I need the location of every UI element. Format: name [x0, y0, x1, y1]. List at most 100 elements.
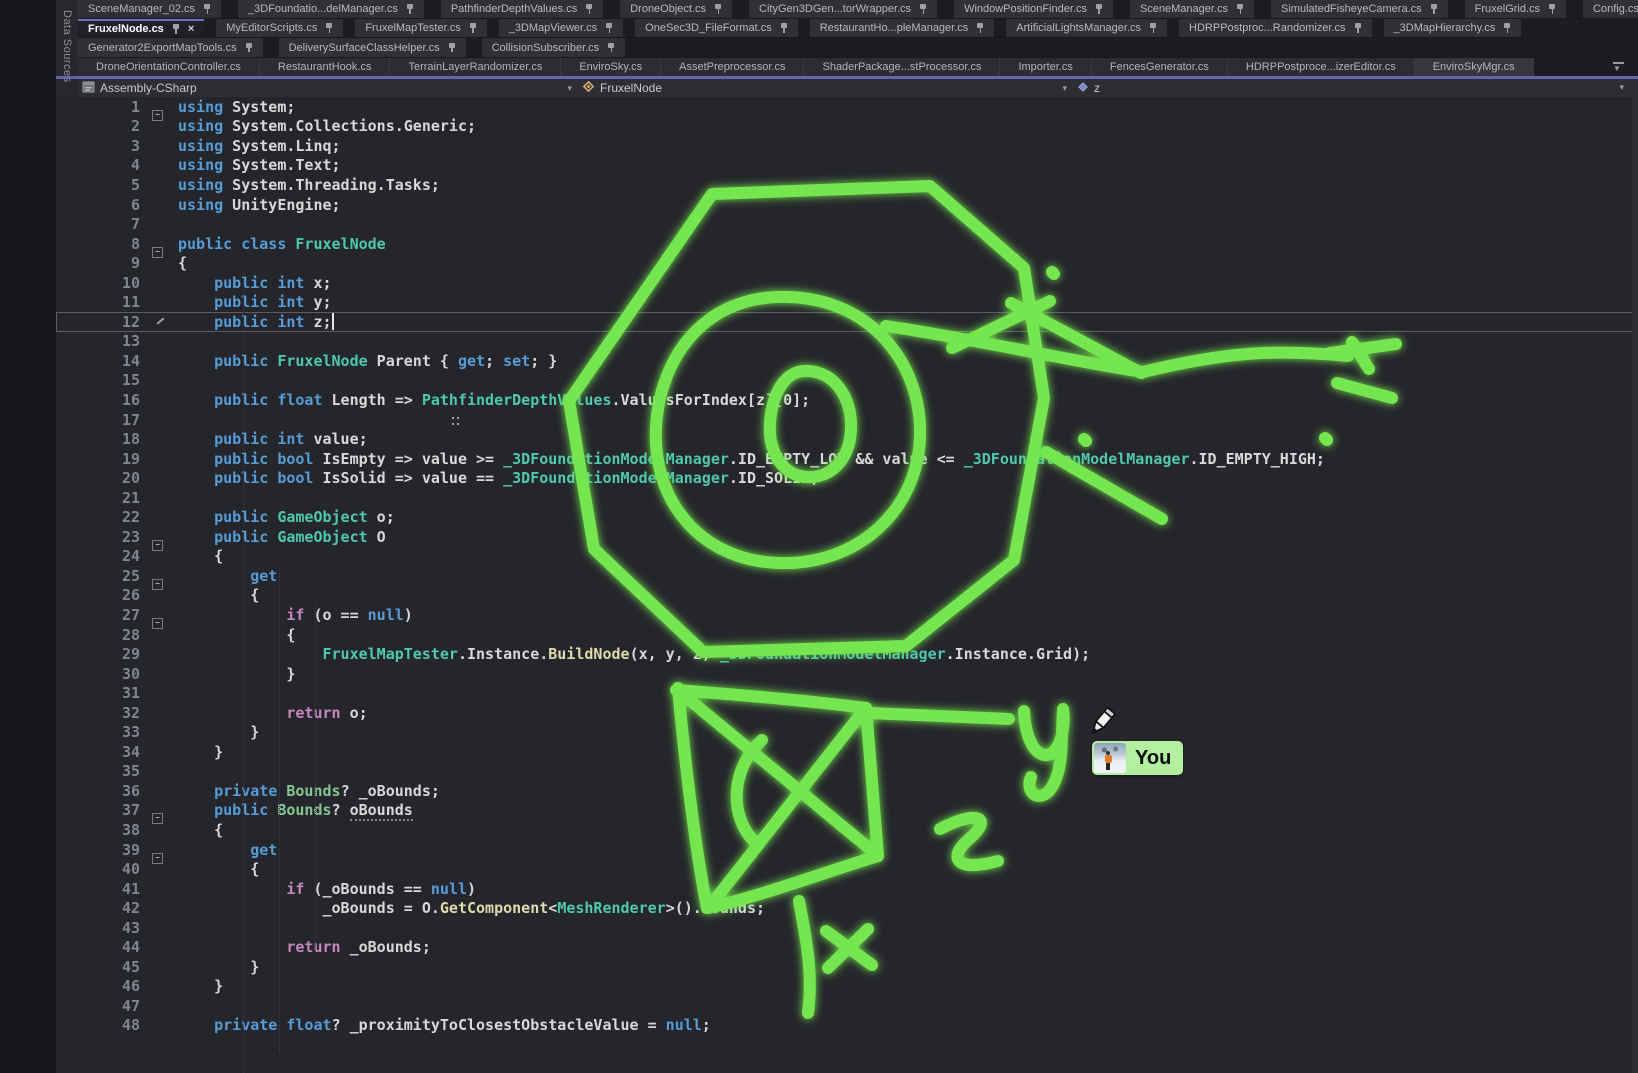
tab-collisionsubscriber-cs[interactable]: CollisionSubscriber.cs: [482, 38, 626, 57]
tab-hdrppostproce-izereditor-cs[interactable]: HDRPPostproce...izerEditor.cs: [1228, 58, 1415, 76]
tab-simulatedfisheyecamera-cs[interactable]: SimulatedFisheyeCamera.cs: [1271, 0, 1448, 18]
pin-icon[interactable]: [1503, 23, 1511, 33]
code-line-30: 30 }: [56, 664, 1638, 684]
chevron-down-icon[interactable]: ▾: [1062, 83, 1067, 94]
line-number: 2: [56, 117, 152, 135]
tab-restauranthook-cs[interactable]: RestaurantHook.cs: [260, 58, 391, 76]
code-text: public bool IsEmpty => value >= _3DFound…: [166, 450, 1325, 468]
code-text: public float Length => PathfinderDepthVa…: [166, 391, 810, 409]
code-line-5: 5using System.Threading.Tasks;: [56, 175, 1638, 195]
tab-label: ShaderPackage...stProcessor.cs: [822, 61, 981, 73]
line-number: 7: [56, 215, 152, 233]
class-icon: [582, 80, 595, 96]
code-text: }: [166, 743, 223, 761]
tab-pathfinderdepthvalues-cs[interactable]: PathfinderDepthValues.cs: [441, 0, 603, 18]
tab-citygen3dgen-torwrapper-cs[interactable]: CityGen3DGen...torWrapper.cs: [749, 0, 937, 18]
line-number: 10: [56, 274, 152, 292]
code-text: public int z;: [166, 313, 332, 331]
code-text: using System.Text;: [166, 156, 341, 174]
tab-fruxelgrid-cs[interactable]: FruxelGrid.cs: [1465, 0, 1566, 18]
pin-icon[interactable]: [780, 23, 788, 33]
indent-guide: [243, 273, 244, 1073]
tab-artificiallightsmanager-cs[interactable]: ArtificialLightsManager.cs: [1006, 19, 1167, 37]
tab-label: WindowPositionFinder.cs: [964, 3, 1087, 15]
pin-icon[interactable]: [1095, 4, 1103, 14]
code-line-10: 10 public int x;: [56, 273, 1638, 293]
code-line-24: 24 {: [56, 547, 1638, 567]
pin-icon[interactable]: [1548, 4, 1556, 14]
breadcrumb-class[interactable]: FruxelNode ▾: [578, 80, 1073, 96]
tab-deliverysurfaceclasshelper-cs[interactable]: DeliverySurfaceClassHelper.cs: [279, 38, 466, 57]
tab-importer-cs[interactable]: Importer.cs: [1000, 58, 1091, 76]
breadcrumb-project[interactable]: Assembly-CSharp ▾: [78, 81, 578, 96]
tab--3dfoundatio-delmanager-cs[interactable]: _3DFoundatio...delManager.cs: [238, 0, 424, 18]
pin-icon[interactable]: [325, 23, 333, 33]
code-line-23: 23− public GameObject O: [56, 527, 1638, 547]
tab-label: AssetPreprocessor.cs: [679, 61, 785, 73]
pin-icon[interactable]: [1149, 23, 1157, 33]
code-line-15: 15: [56, 371, 1638, 391]
chevron-down-icon[interactable]: ▾: [567, 83, 572, 94]
breadcrumb-member[interactable]: z: [1073, 81, 1638, 96]
pin-icon[interactable]: [1354, 23, 1362, 33]
tab-onesec3d-fileformat-cs[interactable]: OneSec3D_FileFormat.cs: [635, 19, 798, 37]
line-number: 28: [56, 626, 152, 644]
code-line-28: 28 {: [56, 625, 1638, 645]
tab-fruxelmaptester-cs[interactable]: FruxelMapTester.cs: [355, 19, 486, 37]
tab-restaurantho-plemanager-cs[interactable]: RestaurantHo...pleManager.cs: [810, 19, 995, 37]
code-line-33: 33 }: [56, 723, 1638, 743]
vertical-scrollbar[interactable]: [1632, 97, 1638, 1073]
breadcrumb-member-label: z: [1094, 81, 1100, 95]
tab-droneorientationcontroller-cs[interactable]: DroneOrientationController.cs: [78, 58, 260, 76]
tab-fencesgenerator-cs[interactable]: FencesGenerator.cs: [1092, 58, 1228, 76]
tab-label: Config.cs: [1593, 3, 1638, 15]
tab-config-cs[interactable]: Config.cs: [1583, 0, 1638, 18]
code-line-41: 41 if (_oBounds == null): [56, 879, 1638, 899]
tab-terrainlayerrandomizer-cs[interactable]: TerrainLayerRandomizer.cs: [390, 58, 561, 76]
tab-label: FencesGenerator.cs: [1110, 61, 1209, 73]
tab-fruxelnode-cs[interactable]: FruxelNode.cs×: [78, 19, 204, 37]
pin-icon[interactable]: [976, 23, 984, 33]
code-text: _oBounds = O.GetComponent<MeshRenderer>(…: [166, 899, 765, 917]
tab-droneobject-cs[interactable]: DroneObject.cs: [620, 0, 732, 18]
line-number: 8: [56, 235, 152, 253]
pin-icon[interactable]: [172, 24, 180, 34]
pin-icon[interactable]: [245, 43, 253, 53]
tab-myeditorscripts-cs[interactable]: MyEditorScripts.cs: [216, 19, 343, 37]
chevron-down-icon[interactable]: ▾: [1619, 82, 1624, 93]
pin-icon[interactable]: [448, 43, 456, 53]
tab--3dmaphierarchy-cs[interactable]: _3DMapHierarchy.cs: [1384, 19, 1522, 37]
tab-assetpreprocessor-cs[interactable]: AssetPreprocessor.cs: [661, 58, 804, 76]
pin-icon[interactable]: [203, 4, 211, 14]
tab-envirosky-cs[interactable]: EnviroSky.cs: [561, 58, 661, 76]
tab--3dmapviewer-cs[interactable]: _3DMapViewer.cs: [499, 19, 623, 37]
tab-scenemanager-cs[interactable]: SceneManager.cs: [1130, 0, 1254, 18]
pin-icon[interactable]: [714, 4, 722, 14]
tab-hdrppostproc-randomizer-cs[interactable]: HDRPPostproc...Randomizer.cs: [1179, 19, 1372, 37]
tab-label: FruxelGrid.cs: [1475, 3, 1540, 15]
tab-enviroskymgr-cs[interactable]: EnviroSkyMgr.cs: [1415, 58, 1534, 76]
pin-icon[interactable]: [607, 43, 615, 53]
line-number: 12: [56, 313, 152, 331]
code-text: private float? _proximityToClosestObstac…: [166, 1016, 711, 1034]
pin-icon[interactable]: [585, 4, 593, 14]
code-editor[interactable]: 1−using System;2using System.Collections…: [56, 97, 1638, 1073]
tab-scenemanager-02-cs[interactable]: SceneManager_02.cs: [78, 0, 221, 18]
pin-icon[interactable]: [605, 23, 613, 33]
tab-label: _3DMapViewer.cs: [509, 22, 597, 34]
code-line-21: 21: [56, 488, 1638, 508]
pin-icon[interactable]: [1236, 4, 1244, 14]
code-text: public int x;: [166, 274, 332, 292]
tab-overflow-button[interactable]: [1612, 62, 1626, 74]
code-text: using System.Collections.Generic;: [166, 117, 476, 135]
pin-icon[interactable]: [1430, 4, 1438, 14]
tab-generator2exportmaptools-cs[interactable]: Generator2ExportMapTools.cs: [78, 38, 263, 57]
pin-icon[interactable]: [406, 4, 414, 14]
tab-windowpositionfinder-cs[interactable]: WindowPositionFinder.cs: [954, 0, 1113, 18]
pin-icon[interactable]: [469, 23, 477, 33]
close-icon[interactable]: ×: [188, 24, 194, 35]
tab-label: CollisionSubscriber.cs: [492, 42, 600, 54]
tab-shaderpackage-stprocessor-cs[interactable]: ShaderPackage...stProcessor.cs: [804, 58, 1000, 76]
tab-label: PathfinderDepthValues.cs: [451, 3, 577, 15]
pin-icon[interactable]: [919, 4, 927, 14]
